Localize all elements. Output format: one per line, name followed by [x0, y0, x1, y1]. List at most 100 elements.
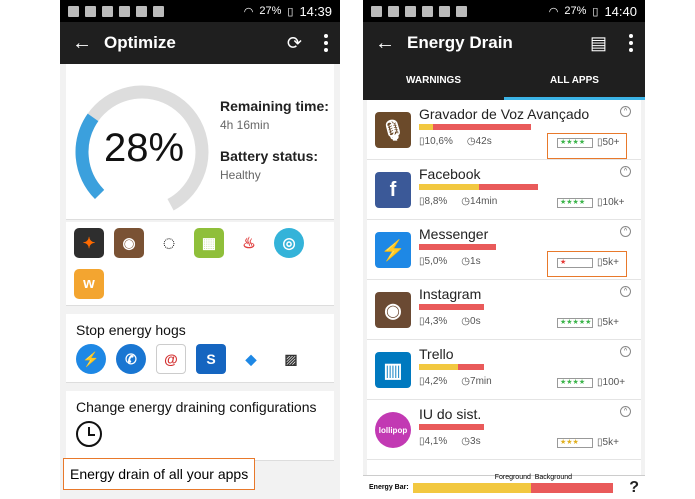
battery-text: 27%	[259, 5, 282, 17]
battery-percent: 28%	[104, 126, 185, 170]
chevron-up-icon[interactable]: ^	[620, 106, 631, 117]
energy-drain-screen: ◠ 27% ▯ 14:40 ← Energy Drain ▤ WARNINGS …	[363, 0, 645, 499]
circle-app-icon[interactable]: ◌	[154, 228, 184, 258]
tab-bar: WARNINGS ALL APPS	[363, 64, 645, 100]
wifi-icon: ◠	[243, 5, 254, 18]
drain-bar	[419, 124, 532, 130]
app-icon: 🎙	[375, 112, 411, 148]
highlight-box	[547, 251, 627, 277]
chevron-up-icon[interactable]: ^	[620, 286, 631, 297]
chevron-up-icon[interactable]: ^	[620, 406, 631, 417]
energy-bar-legend: Energy Bar: Foreground Background ?	[363, 473, 645, 499]
drain-time: ◷7min	[461, 376, 492, 387]
drain-time: ◷14min	[461, 196, 498, 207]
app-bar: ← Energy Drain ▤	[363, 22, 645, 64]
drain-time: ◷3s	[461, 436, 481, 447]
remaining-time-label: Remaining time:	[220, 98, 329, 114]
app-name: Messenger	[419, 226, 489, 242]
battery-text: 27%	[564, 5, 587, 17]
avast-icon[interactable]: ✦	[74, 228, 104, 258]
rating-stars: ★★★★	[557, 197, 593, 208]
drain-percent: ▯5,0%	[419, 256, 448, 267]
foreground-label: Foreground	[494, 473, 531, 481]
swiftkey-icon[interactable]: ◎	[274, 228, 304, 258]
energy-drain-all-apps-link[interactable]: Energy drain of all your apps	[63, 458, 255, 490]
popcorn-icon[interactable]: ♨	[234, 228, 264, 258]
drain-time: ◷42s	[466, 136, 492, 147]
dropbox-icon[interactable]: ◆	[236, 344, 266, 374]
clock: 14:40	[604, 3, 637, 19]
more-menu-icon[interactable]	[629, 34, 633, 52]
change-configs-title: Change energy draining configurations	[76, 399, 317, 415]
list-item[interactable]: lollipop IU do sist. ▯4,1% ◷3s ★★★ ▯5k+ …	[367, 400, 641, 460]
chevron-up-icon[interactable]: ^	[620, 346, 631, 357]
optimize-screen: ◠ 27% ▯ 14:39 ← Optimize ⟳ 28% Remaining…	[60, 0, 340, 499]
page-title: Energy Drain	[407, 33, 513, 52]
battery-icon: ▯	[287, 5, 294, 18]
report-icon[interactable]: ▤	[590, 33, 607, 54]
page-title: Optimize	[104, 33, 176, 52]
app-name: Instagram	[419, 286, 482, 302]
app-icon: f	[375, 172, 411, 208]
back-arrow-icon[interactable]: ←	[72, 32, 104, 55]
wifi-icon: ◠	[548, 5, 559, 18]
stop-hogs-title: Stop energy hogs	[76, 322, 186, 338]
install-count: ▯10k+	[597, 197, 625, 208]
chevron-up-icon[interactable]: ^	[620, 226, 631, 237]
refresh-icon[interactable]: ⟳	[287, 33, 302, 54]
background-label: Background	[534, 473, 573, 481]
list-item[interactable]: ▥ Trello ▯4,2% ◷7min ★★★★ ▯100+ ^	[367, 340, 641, 400]
battery-status-value: Healthy	[220, 168, 261, 182]
highlight-box	[547, 133, 627, 159]
foreground-bar	[419, 364, 459, 370]
wattpad-icon[interactable]: w	[74, 268, 104, 299]
messenger-icon[interactable]: ⚡	[76, 344, 106, 374]
drain-percent: ▯8,8%	[419, 196, 448, 207]
foreground-bar	[419, 184, 479, 190]
rating-stars: ★★★★	[557, 377, 593, 388]
drain-time: ◷1s	[461, 256, 481, 267]
no-sim-icon[interactable]: ▨	[276, 344, 306, 374]
list-item[interactable]: ◉ Instagram ▯4,3% ◷0s ★★★★★ ▯5k+ ^	[367, 280, 641, 340]
clock-icon[interactable]	[76, 421, 102, 447]
skype-icon[interactable]: S	[196, 344, 226, 374]
app-name: Trello	[419, 346, 454, 362]
energy-bar-label: Energy Bar:	[369, 484, 409, 491]
drain-percent: ▯4,2%	[419, 376, 448, 387]
app-name: Facebook	[419, 166, 481, 182]
app-icon: lollipop	[375, 412, 411, 448]
status-bar: ◠ 27% ▯ 14:39	[60, 0, 340, 22]
chevron-up-icon[interactable]: ^	[620, 166, 631, 177]
email-icon[interactable]: @	[156, 344, 186, 374]
drain-percent: ▯4,1%	[419, 436, 448, 447]
avg-icon[interactable]: ▦	[194, 228, 224, 258]
phone-icon[interactable]: ✆	[116, 344, 146, 374]
back-arrow-icon[interactable]: ←	[375, 32, 407, 55]
background-bar	[458, 364, 484, 370]
install-count: ▯100+	[597, 377, 626, 388]
install-count: ▯5k+	[597, 437, 619, 448]
tab-warnings[interactable]: WARNINGS	[363, 64, 504, 100]
background-bar	[419, 244, 496, 250]
foreground-bar	[419, 124, 433, 130]
drain-percent: ▯4,3%	[419, 316, 448, 327]
app-bar: ← Optimize ⟳	[60, 22, 340, 64]
install-count: ▯5k+	[597, 317, 619, 328]
drain-percent: ▯10,6%	[419, 136, 453, 147]
background-bar	[478, 184, 538, 190]
list-item[interactable]: f Facebook ▯8,8% ◷14min ★★★★ ▯10k+ ^	[367, 160, 641, 220]
drain-time: ◷0s	[461, 316, 481, 327]
remaining-time-value: 4h 16min	[220, 118, 270, 132]
more-menu-icon[interactable]	[324, 34, 328, 52]
battery-icon: ▯	[592, 5, 599, 18]
rating-stars: ★★★★★	[557, 317, 593, 328]
instagram-icon[interactable]: ◉	[114, 228, 144, 258]
battery-status-label: Battery status:	[220, 148, 319, 164]
battery-card: 28% Remaining time: 4h 16min Battery sta…	[66, 64, 334, 220]
rating-stars: ★★★	[557, 437, 593, 448]
help-icon[interactable]: ?	[629, 479, 639, 497]
drain-bar	[419, 304, 484, 310]
app-icon: ⚡	[375, 232, 411, 268]
tab-all-apps[interactable]: ALL APPS	[504, 64, 645, 100]
app-icon: ◉	[375, 292, 411, 328]
